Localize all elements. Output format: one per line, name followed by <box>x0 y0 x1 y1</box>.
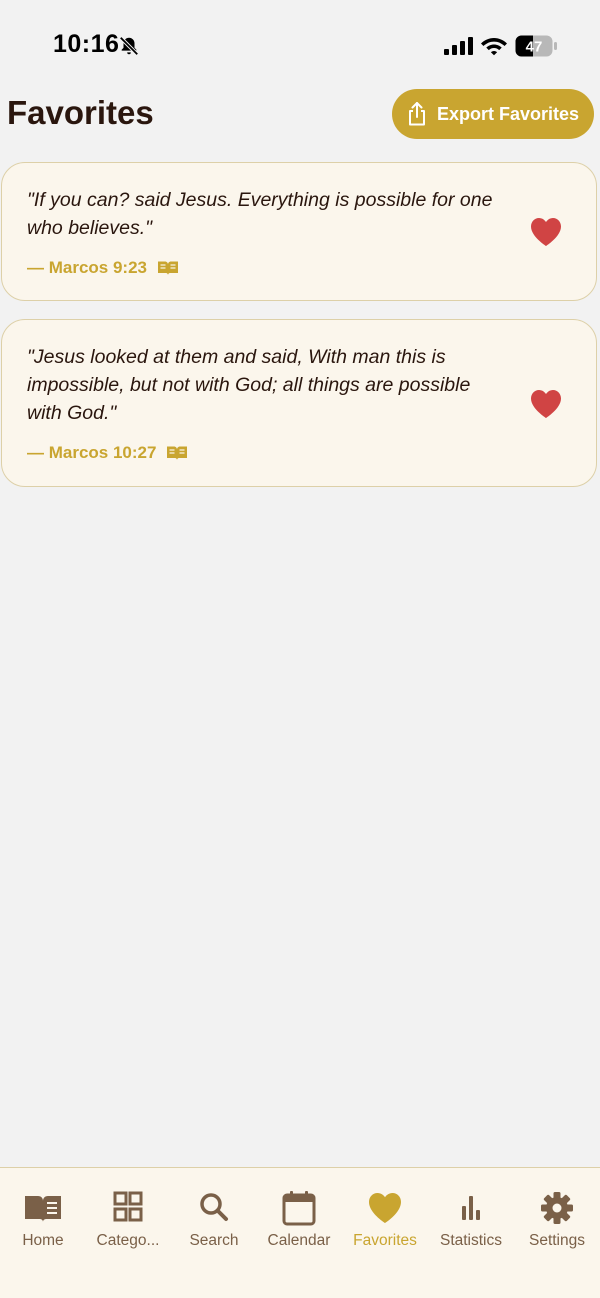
tab-label: Catego... <box>96 1232 160 1249</box>
tab-categories[interactable]: Catego... <box>85 1190 171 1250</box>
tab-label: Home <box>22 1232 64 1249</box>
export-favorites-button[interactable]: Export Favorites <box>392 89 594 139</box>
open-book-icon[interactable] <box>157 260 179 276</box>
tab-favorites[interactable]: Favorites <box>342 1190 428 1250</box>
heart-icon <box>369 1193 401 1223</box>
open-book-icon[interactable] <box>166 445 188 461</box>
bell-off-icon <box>119 36 139 56</box>
tab-label: Statistics <box>439 1232 502 1249</box>
search-icon <box>200 1193 228 1221</box>
export-favorites-label: Export Favorites <box>436 103 580 124</box>
tab-bar: Home Catego... Search Calendar Favorites… <box>0 1167 600 1298</box>
page-title: Favorites <box>7 94 154 131</box>
verse-text: "Jesus looked at them and said, With man… <box>27 346 471 424</box>
tab-label: Search <box>189 1232 239 1249</box>
verse-text: "If you can? said Jesus. Everything is p… <box>27 189 493 239</box>
tab-statistics[interactable]: Statistics <box>428 1190 514 1250</box>
calendar-icon <box>282 1191 316 1226</box>
share-icon <box>408 102 425 126</box>
cellular-signal-icon <box>444 37 473 55</box>
battery-icon: 47 <box>515 35 557 57</box>
tab-search[interactable]: Search <box>171 1190 257 1250</box>
favorites-screen: 10:16 47 Favorites Export Favorites "If … <box>0 0 600 1298</box>
verse-reference: — Marcos 10:27 <box>27 443 157 462</box>
favorite-verse-card[interactable]: "Jesus looked at them and said, With man… <box>1 319 597 487</box>
status-bar: 10:16 47 <box>0 0 600 92</box>
unfavorite-heart-icon[interactable] <box>530 217 562 247</box>
tab-settings[interactable]: Settings <box>514 1190 600 1250</box>
verse-reference-row[interactable]: — Marcos 10:27 <box>27 443 188 463</box>
battery-level: 47 <box>526 39 543 56</box>
verse-reference: — Marcos 9:23 <box>27 258 147 277</box>
tab-label: Favorites <box>353 1232 417 1249</box>
tab-label: Settings <box>528 1232 585 1249</box>
bar-chart-icon <box>462 1196 480 1220</box>
grid-icon <box>113 1191 143 1222</box>
tab-calendar[interactable]: Calendar <box>256 1190 342 1250</box>
wifi-icon <box>481 38 507 56</box>
book-icon <box>25 1196 61 1222</box>
favorite-verse-card[interactable]: "If you can? said Jesus. Everything is p… <box>1 162 597 301</box>
tab-label: Calendar <box>267 1232 331 1249</box>
unfavorite-heart-icon[interactable] <box>530 389 562 419</box>
verse-reference-row[interactable]: — Marcos 9:23 <box>27 258 179 278</box>
status-time: 10:16 <box>53 30 120 58</box>
tab-home[interactable]: Home <box>0 1190 86 1250</box>
gear-icon <box>541 1192 573 1224</box>
